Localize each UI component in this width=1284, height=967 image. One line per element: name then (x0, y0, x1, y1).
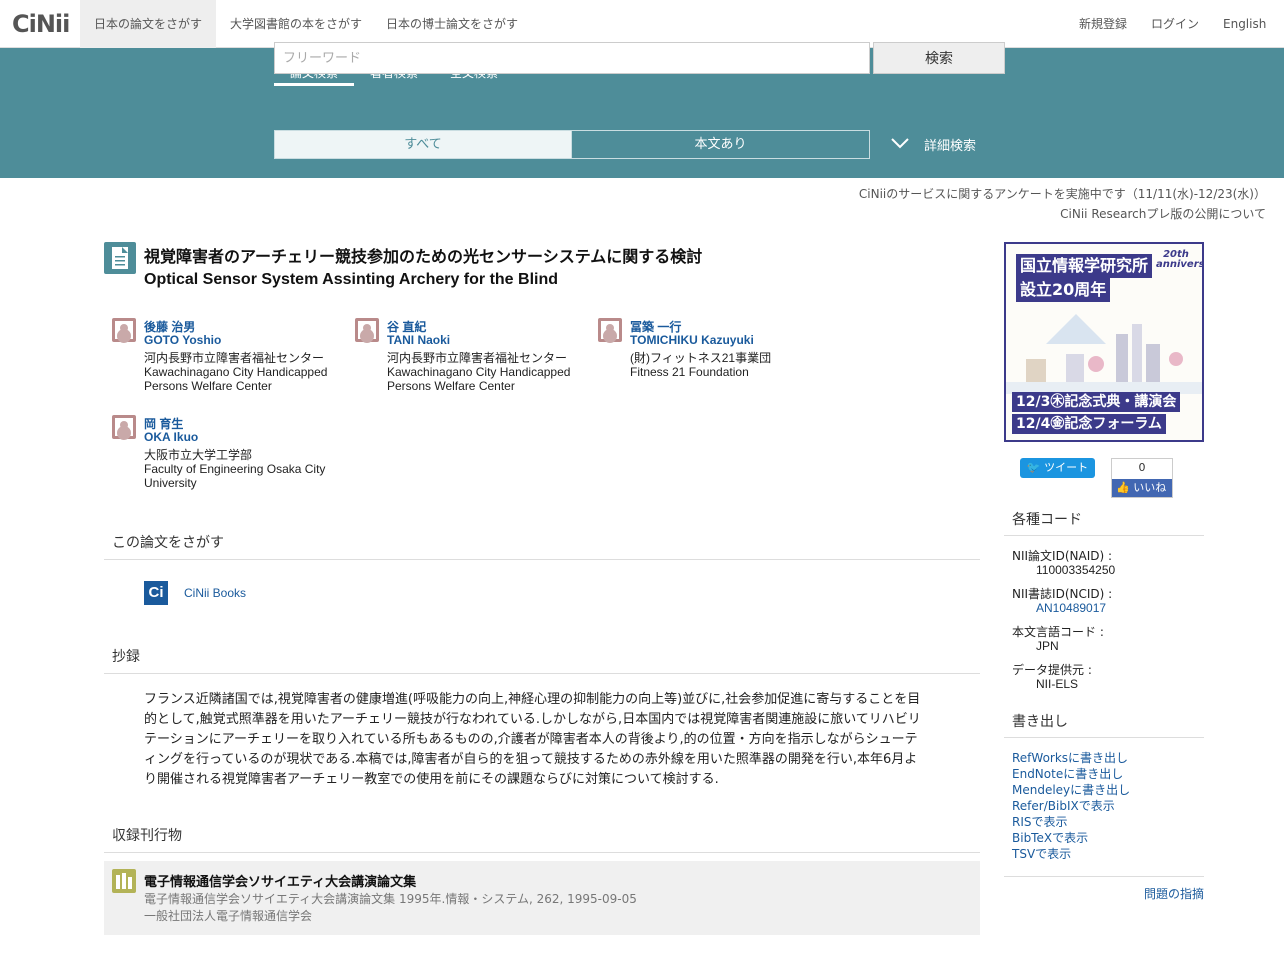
cinii-books-link[interactable]: CiNii Books (184, 586, 246, 600)
code-value-language: JPN (1036, 639, 1059, 653)
fb-like-button[interactable]: 👍 いいね (1112, 479, 1172, 497)
journal-publisher: 一般社団法人電子情報通信学会 (144, 909, 313, 923)
journal-title[interactable]: 電子情報通信学会ソサイエティ大会講演論文集 (144, 871, 416, 890)
export-endnote[interactable]: EndNoteに書き出し (1012, 765, 1123, 782)
abstract-text: フランス近隣諸国では,視覚障害者の健康増進(呼吸能力の向上,神経心理の抑制能力の… (144, 692, 921, 787)
report-problem-link[interactable]: 問題の指摘 (1144, 885, 1204, 902)
banner-event-1: 12/3㊍記念式典・講演会 (1012, 392, 1181, 412)
avatar (355, 318, 379, 342)
journal-box: 電子情報通信学会ソサイエティ大会講演論文集 電子情報通信学会ソサイエティ大会講演… (104, 861, 980, 935)
find-article-heading: この論文をさがす (104, 530, 980, 560)
export-refer-bibix[interactable]: Refer/BibIXで表示 (1012, 797, 1115, 814)
author-name-en[interactable]: TOMICHIKU Kazuyuki (630, 333, 754, 347)
fb-like-count: 0 (1138, 461, 1146, 474)
export-tsv[interactable]: TSVで表示 (1012, 845, 1071, 862)
nii-anniversary-banner[interactable]: 国立情報学研究所 設立20周年 20th anniversary 12/3㊍記念… (1004, 242, 1204, 442)
code-label-naid: NII論文ID(NAID) : (1012, 549, 1113, 563)
article-title-en: Optical Sensor System Assinting Archery … (144, 271, 559, 288)
avatar (112, 415, 136, 439)
avatar (598, 318, 622, 342)
code-value-naid: 110003354250 (1036, 563, 1116, 577)
export-ris[interactable]: RISで表示 (1012, 813, 1068, 830)
document-icon (104, 242, 136, 274)
filter-all[interactable]: すべて (274, 130, 572, 159)
survey-notice[interactable]: CiNiiのサービスに関するアンケートを実施中です（11/11(水)-12/23… (859, 185, 1266, 202)
nav-tab-articles[interactable]: 日本の論文をさがす (80, 0, 217, 48)
search-button[interactable]: 検索 (873, 42, 1005, 74)
export-bibtex[interactable]: BibTeXで表示 (1012, 829, 1088, 846)
author-affiliation: 大阪市立大学工学部 Faculty of Engineering Osaka Ci… (144, 448, 326, 490)
author-affiliation: (財)フィットネス21事業団 Fitness 21 Foundation (630, 351, 772, 379)
english-link[interactable]: English (1223, 0, 1266, 48)
journal-heading: 収録刊行物 (104, 823, 980, 853)
advanced-search-toggle[interactable]: 詳細検索 (890, 130, 976, 159)
sidebar-divider (1004, 876, 1204, 877)
filter-fulltext[interactable]: 本文あり (571, 130, 870, 159)
journal-meta: 電子情報通信学会ソサイエティ大会講演論文集 1995年.情報・システム, 262… (144, 891, 637, 925)
banner-title-1: 国立情報学研究所 (1016, 254, 1153, 278)
author-name-en[interactable]: TANI Naoki (387, 333, 450, 347)
export-mendeley[interactable]: Mendeleyに書き出し (1012, 781, 1130, 798)
cinii-logo[interactable]: CiNii (12, 10, 70, 38)
banner-event-2: 12/4㊎記念フォーラム (1012, 414, 1166, 434)
export-heading: 書き出し (1004, 710, 1204, 738)
code-value-ncid[interactable]: AN10489017 (1036, 601, 1106, 615)
code-label-provider: データ提供元 : (1012, 663, 1092, 677)
author-name-en[interactable]: GOTO Yoshio (144, 333, 221, 347)
banner-badge: 20th anniversary (1156, 249, 1204, 270)
code-value-provider: NII-ELS (1036, 677, 1079, 691)
author-affiliation: 河内長野市立障害者福祉センター Kawachinagano City Handic… (144, 351, 328, 393)
article-title-ja: 視覚障害者のアーチェリー競技参加のための光センサーシステムに関する検討 (144, 247, 703, 266)
nav-tab-dissertations[interactable]: 日本の博士論文をさがす (372, 0, 532, 48)
journal-detail: 電子情報通信学会ソサイエティ大会講演論文集 1995年.情報・システム, 262… (144, 892, 637, 906)
author-affiliation: 河内長野市立障害者福祉センター Kawachinagano City Handic… (387, 351, 571, 393)
codes-heading: 各種コード (1004, 508, 1204, 536)
register-link[interactable]: 新規登録 (1079, 0, 1127, 48)
code-label-ncid: NII書誌ID(NCID) : (1012, 587, 1113, 601)
banner-title-2: 設立20周年 (1016, 278, 1111, 302)
avatar (112, 318, 136, 342)
abstract-heading: 抄録 (104, 644, 980, 674)
advanced-search-label: 詳細検索 (924, 139, 977, 154)
thumbs-up-icon: 👍 (1116, 481, 1130, 494)
tweet-button[interactable]: 🐦 ツイート (1020, 458, 1095, 478)
twitter-icon: 🐦 (1026, 461, 1041, 474)
chevron-down-icon (890, 130, 910, 159)
journal-icon (112, 869, 136, 893)
export-refworks[interactable]: RefWorksに書き出し (1012, 749, 1128, 766)
cinii-books-icon[interactable]: Ci (144, 581, 168, 605)
author-name-en[interactable]: OKA Ikuo (144, 430, 198, 444)
cinii-research-notice[interactable]: CiNii Researchプレ版の公開について (1060, 205, 1266, 222)
login-link[interactable]: ログイン (1151, 0, 1199, 48)
code-label-language: 本文言語コード : (1012, 625, 1104, 639)
top-nav: CiNii 日本の論文をさがす 大学図書館の本をさがす 日本の博士論文をさがす … (0, 0, 1284, 48)
facebook-like-widget[interactable]: 0 👍 いいね (1111, 458, 1173, 498)
nav-tab-books[interactable]: 大学図書館の本をさがす (216, 0, 376, 48)
search-input[interactable] (274, 42, 870, 74)
